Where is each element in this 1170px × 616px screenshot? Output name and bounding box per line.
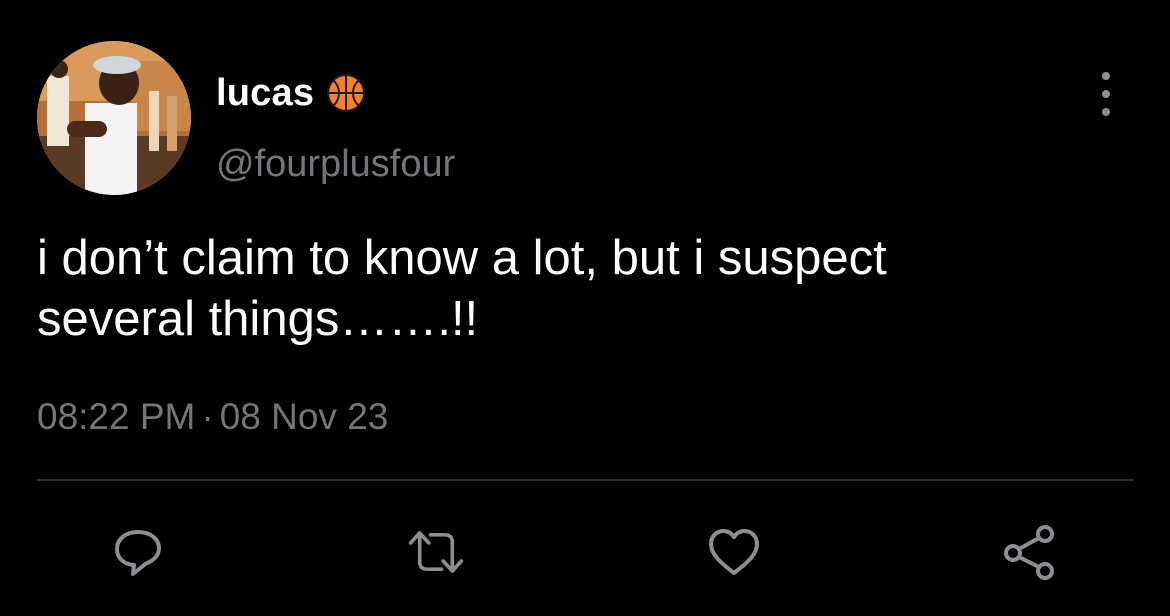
- tweet-date: 08 Nov 23: [219, 396, 389, 437]
- share-icon: [1004, 525, 1054, 580]
- tweet-timestamp[interactable]: 08:22 PM · 08 Nov 23: [37, 396, 388, 438]
- more-dot: [1102, 72, 1110, 80]
- basketball-icon: [326, 73, 366, 113]
- action-bar: [0, 520, 1170, 584]
- reply-icon: [115, 530, 161, 576]
- avatar-photo: [37, 41, 191, 195]
- author-handle[interactable]: @fourplusfour: [216, 143, 455, 186]
- more-dot: [1102, 108, 1110, 116]
- heart-icon: [709, 529, 759, 575]
- tweet-card: lucas @fourplusfour i don’t claim to kno…: [0, 0, 1170, 616]
- retweet-icon: [408, 531, 464, 573]
- display-name[interactable]: lucas: [216, 72, 314, 115]
- retweet-button[interactable]: [404, 520, 468, 584]
- meta-separator: ·: [201, 396, 214, 437]
- more-vertical-icon[interactable]: [1092, 72, 1120, 116]
- like-button[interactable]: [702, 520, 766, 584]
- more-dot: [1102, 90, 1110, 98]
- avatar[interactable]: [37, 41, 191, 195]
- tweet-text: i don’t claim to know a lot, but i suspe…: [37, 231, 887, 346]
- tweet-time: 08:22 PM: [37, 396, 196, 437]
- author-name-row[interactable]: lucas: [216, 68, 366, 118]
- share-button[interactable]: [998, 520, 1062, 584]
- divider: [37, 479, 1133, 481]
- reply-button[interactable]: [106, 520, 170, 584]
